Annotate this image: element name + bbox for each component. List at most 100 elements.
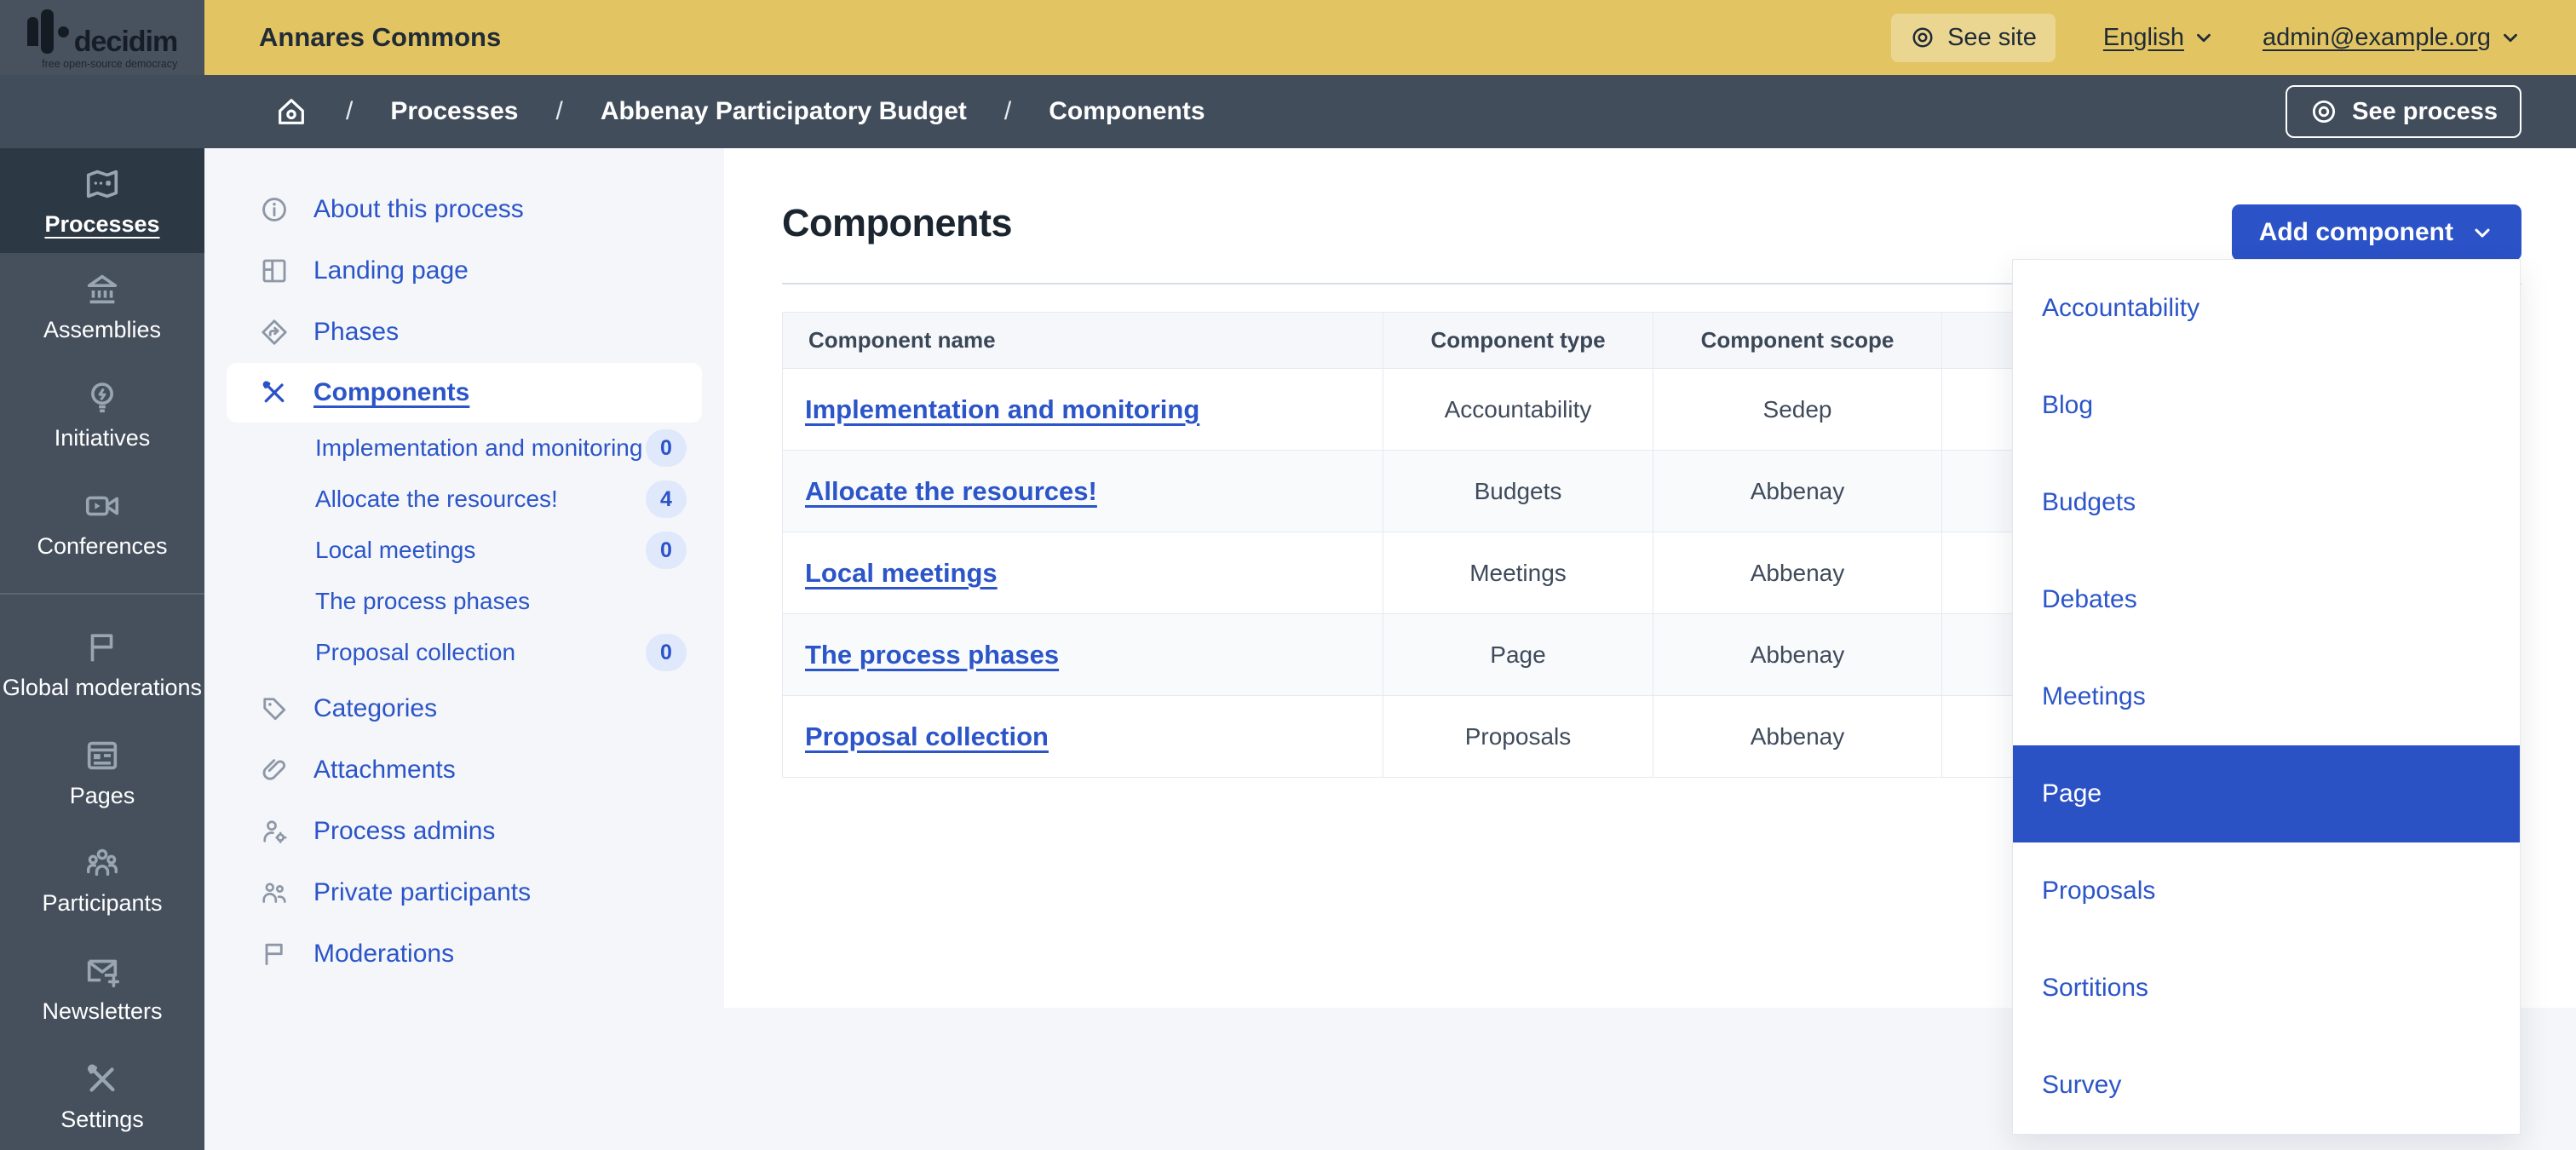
count-badge: 4 [646, 480, 687, 518]
decidim-admin-screen: decidim free open-source democracy Annar… [0, 0, 2576, 1150]
brand-tagline: free open-source democracy [42, 58, 178, 70]
sidebar-item-initiatives[interactable]: Initiatives [0, 360, 204, 469]
chevron-down-icon [2499, 26, 2521, 49]
assembly-building-icon [83, 270, 122, 309]
menu-item-components[interactable]: Components [227, 363, 702, 423]
column-header-component-type: Component type [1383, 312, 1653, 369]
see-process-label: See process [2352, 97, 2498, 125]
menu-item-moderations[interactable]: Moderations [204, 923, 724, 985]
main-sidebar: Processes Assemblies Initiatives Confere… [0, 148, 204, 1150]
lightbulb-icon [83, 378, 122, 417]
two-users-icon [259, 877, 290, 908]
component-type: Page [1383, 613, 1653, 696]
component-link-proposal-collection[interactable]: Proposal collection [805, 722, 1049, 751]
tools-icon [83, 1060, 122, 1099]
component-scope: Abbenay [1653, 532, 1942, 614]
account-menu[interactable]: admin@example.org [2263, 24, 2521, 52]
account-email: admin@example.org [2262, 23, 2491, 51]
menu-item-categories[interactable]: Categories [204, 678, 724, 739]
flag-icon [259, 939, 290, 969]
sidebar-item-newsletters[interactable]: Newsletters [0, 934, 204, 1043]
user-gear-icon [259, 816, 290, 847]
component-scope: Sedep [1653, 368, 1942, 451]
component-link-implementation-and-monitoring[interactable]: Implementation and monitoring [805, 394, 1199, 424]
menu-item-about-this-process[interactable]: About this process [204, 179, 724, 240]
paperclip-icon [259, 755, 290, 785]
dropdown-option-proposals[interactable]: Proposals [2013, 842, 2520, 940]
add-component-dropdown: Accountability Blog Budgets Debates Meet… [2012, 259, 2521, 1135]
tag-icon [259, 693, 290, 724]
column-header-component-name: Component name [782, 312, 1383, 369]
map-icon [83, 164, 122, 204]
see-process-button[interactable]: See process [2286, 85, 2521, 138]
column-header-component-scope: Component scope [1653, 312, 1942, 369]
chevron-down-icon [2470, 221, 2494, 244]
component-link-local-meetings[interactable]: Local meetings [805, 558, 998, 588]
menu-item-phases[interactable]: Phases [204, 302, 724, 363]
count-badge: 0 [646, 429, 687, 467]
decidim-logo[interactable]: decidim free open-source democracy [0, 0, 204, 75]
see-site-button[interactable]: See site [1891, 13, 2056, 62]
component-scope: Abbenay [1653, 450, 1942, 532]
language-label: English [2102, 23, 2184, 51]
top-bar: decidim free open-source democracy Annar… [0, 0, 2576, 75]
sidebar-item-global-moderations[interactable]: Global moderations [0, 611, 204, 719]
breadcrumb-process-name[interactable]: Abbenay Participatory Budget [601, 97, 967, 126]
breadcrumb-separator: / [346, 97, 354, 125]
dropdown-option-survey[interactable]: Survey [2013, 1037, 2520, 1134]
sidebar-item-settings[interactable]: Settings [0, 1042, 204, 1150]
layout-grid-icon [259, 256, 290, 286]
component-link-allocate-the-resources[interactable]: Allocate the resources! [805, 476, 1097, 506]
sidebar-item-assemblies[interactable]: Assemblies [0, 253, 204, 361]
breadcrumb-separator: / [555, 97, 563, 125]
sidebar-item-pages[interactable]: Pages [0, 718, 204, 826]
menu-subitem-local-meetings[interactable]: Local meetings 0 [204, 525, 724, 576]
menu-subitem-allocate-the-resources[interactable]: Allocate the resources! 4 [204, 474, 724, 525]
sidebar-item-participants[interactable]: Participants [0, 826, 204, 934]
menu-item-private-participants[interactable]: Private participants [204, 862, 724, 923]
flag-icon [83, 628, 122, 667]
eye-icon [1910, 25, 1935, 50]
component-scope: Abbenay [1653, 695, 1942, 778]
eye-icon [2309, 97, 2338, 126]
page-layout-icon [83, 736, 122, 775]
component-link-the-process-phases[interactable]: The process phases [805, 640, 1059, 670]
add-component-button[interactable]: Add component [2231, 204, 2521, 261]
breadcrumb-components[interactable]: Components [1049, 97, 1205, 126]
see-site-label: See site [1947, 23, 2037, 51]
home-icon[interactable] [274, 95, 308, 129]
dropdown-option-sortitions[interactable]: Sortitions [2013, 940, 2520, 1037]
add-component-label: Add component [2258, 218, 2453, 246]
menu-subitem-implementation-and-monitoring[interactable]: Implementation and monitoring 0 [204, 423, 724, 474]
organization-name: Annares Commons [259, 22, 502, 52]
menu-item-landing-page[interactable]: Landing page [204, 240, 724, 302]
mail-add-icon [83, 952, 122, 991]
dropdown-option-meetings[interactable]: Meetings [2013, 648, 2520, 745]
dropdown-option-debates[interactable]: Debates [2013, 551, 2520, 648]
breadcrumb: / Processes / Abbenay Participatory Budg… [274, 95, 1205, 129]
sidebar-divider [0, 592, 204, 595]
dropdown-option-page[interactable]: Page [2013, 745, 2520, 842]
component-type: Meetings [1383, 532, 1653, 614]
menu-subitem-the-process-phases[interactable]: The process phases [204, 576, 724, 627]
video-camera-icon [83, 486, 122, 526]
dropdown-option-budgets[interactable]: Budgets [2013, 454, 2520, 551]
sidebar-item-processes[interactable]: Processes [0, 148, 204, 253]
language-selector[interactable]: English [2103, 24, 2215, 52]
component-type: Accountability [1383, 368, 1653, 451]
breadcrumb-processes[interactable]: Processes [390, 97, 518, 126]
org-header-bar: Annares Commons See site English admin@e… [204, 0, 2576, 75]
process-menu: About this process Landing page Phases C… [204, 148, 724, 1150]
brand-name: decidim [73, 25, 178, 58]
dropdown-option-accountability[interactable]: Accountability [2013, 260, 2520, 357]
sidebar-item-conferences[interactable]: Conferences [0, 469, 204, 577]
tools-icon [259, 377, 290, 408]
chevron-down-icon [2193, 26, 2215, 49]
menu-item-process-admins[interactable]: Process admins [204, 801, 724, 862]
dropdown-option-blog[interactable]: Blog [2013, 357, 2520, 454]
menu-item-attachments[interactable]: Attachments [204, 739, 724, 801]
menu-subitem-proposal-collection[interactable]: Proposal collection 0 [204, 627, 724, 678]
count-badge: 0 [646, 634, 687, 671]
phases-diamond-icon [259, 317, 290, 348]
people-group-icon [83, 843, 122, 883]
